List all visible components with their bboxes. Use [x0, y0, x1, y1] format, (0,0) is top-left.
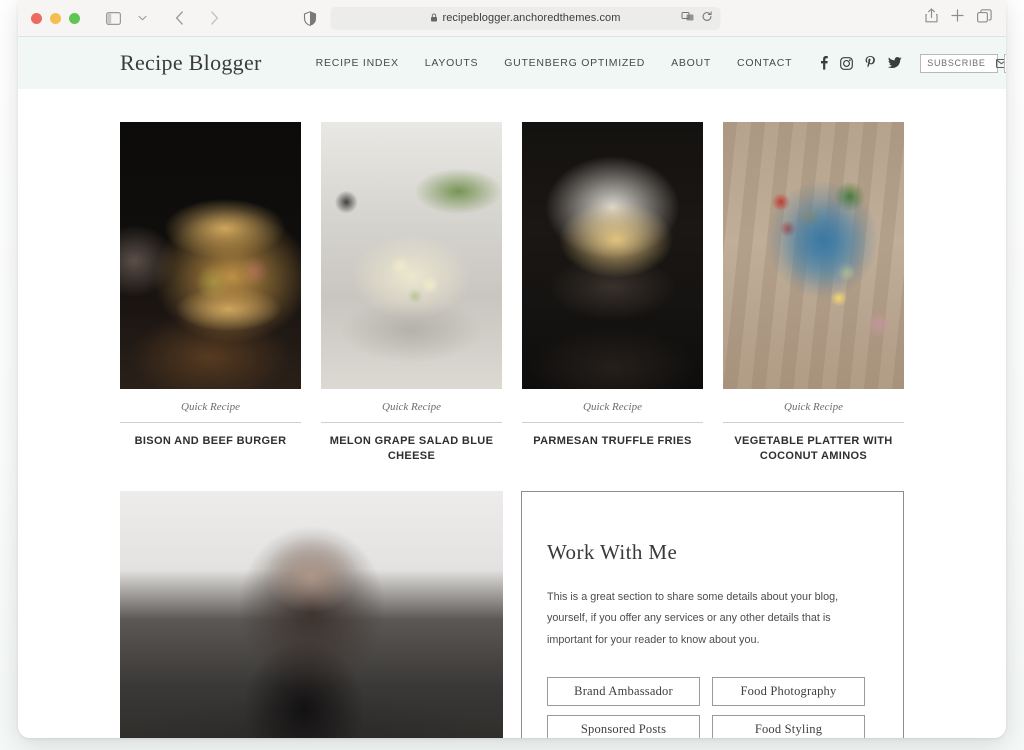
browser-window: recipeblogger.anchoredthemes.com Recipe …	[18, 0, 1006, 738]
subscribe-label: SUBSCRIBE	[927, 58, 986, 68]
recipe-card[interactable]: Quick Recipe MELON GRAPE SALAD BLUE CHEE…	[321, 122, 502, 464]
recipe-title[interactable]: VEGETABLE PLATTER WITH COCONUT AMINOS	[723, 423, 904, 464]
recipe-title[interactable]: BISON AND BEEF BURGER	[120, 423, 301, 449]
recipe-card[interactable]: Quick Recipe BISON AND BEEF BURGER	[120, 122, 301, 464]
vegetable-platter-photo[interactable]	[723, 122, 904, 389]
minimize-window-button[interactable]	[50, 12, 61, 24]
service-tag-sponsored-posts[interactable]: Sponsored Posts	[547, 715, 700, 738]
lock-icon	[430, 13, 437, 24]
nav-item-layouts[interactable]: LAYOUTS	[425, 57, 478, 69]
recipe-category: Quick Recipe	[382, 401, 441, 413]
service-tag-brand-ambassador[interactable]: Brand Ambassador	[547, 677, 700, 707]
site-header: Recipe Blogger RECIPE INDEX LAYOUTS GUTE…	[18, 37, 1006, 89]
back-arrow-icon[interactable]	[166, 6, 192, 30]
social-links	[820, 56, 902, 70]
header-widgets: SUBSCRIBE SEARCH	[920, 53, 1006, 73]
work-with-me-paragraph: This is a great section to share some de…	[547, 590, 839, 646]
service-tag-food-styling[interactable]: Food Styling	[712, 715, 865, 738]
sidebar-toggle-icon[interactable]	[100, 6, 126, 30]
forward-arrow-icon[interactable]	[201, 6, 227, 30]
truffle-fries-photo[interactable]	[522, 122, 703, 389]
recipe-card[interactable]: Quick Recipe VEGETABLE PLATTER WITH COCO…	[723, 122, 904, 464]
work-with-me-card: Work With Me This is a great section to …	[521, 490, 904, 738]
recipe-category: Quick Recipe	[784, 401, 843, 413]
close-window-button[interactable]	[31, 12, 42, 24]
address-bar-actions	[681, 9, 713, 27]
address-bar[interactable]: recipeblogger.anchoredthemes.com	[330, 6, 721, 30]
nav-item-about[interactable]: ABOUT	[671, 57, 711, 69]
nav-item-contact[interactable]: CONTACT	[737, 57, 792, 69]
chevron-down-icon[interactable]	[129, 6, 155, 30]
melon-salad-photo[interactable]	[321, 122, 502, 389]
recipe-grid: Quick Recipe BISON AND BEEF BURGER Quick…	[18, 89, 1006, 464]
window-controls	[31, 12, 80, 24]
twitter-icon[interactable]	[888, 57, 902, 69]
author-portrait-photo[interactable]	[120, 490, 503, 738]
navigation-controls	[100, 6, 227, 30]
work-with-me-section: Work With Me This is a great section to …	[18, 464, 1006, 738]
burger-photo[interactable]	[120, 122, 301, 389]
service-tags: Brand Ambassador Food Photography Sponso…	[547, 677, 865, 738]
service-tag-food-photography[interactable]: Food Photography	[712, 677, 865, 707]
plus-new-tab-icon[interactable]	[951, 9, 964, 27]
page-viewport: Recipe Blogger RECIPE INDEX LAYOUTS GUTE…	[18, 37, 1006, 738]
site-brand[interactable]: Recipe Blogger	[120, 50, 262, 76]
url-text: recipeblogger.anchoredthemes.com	[442, 12, 621, 24]
subscribe-button[interactable]: SUBSCRIBE	[920, 53, 1006, 73]
main-navigation: RECIPE INDEX LAYOUTS GUTENBERG OPTIMIZED…	[316, 57, 793, 69]
recipe-category: Quick Recipe	[181, 401, 240, 413]
recipe-card[interactable]: Quick Recipe PARMESAN TRUFFLE FRIES	[522, 122, 703, 464]
search-box[interactable]: SEARCH	[1004, 53, 1006, 73]
instagram-icon[interactable]	[840, 56, 854, 70]
nav-item-recipe-index[interactable]: RECIPE INDEX	[316, 57, 399, 69]
address-bar-area: recipeblogger.anchoredthemes.com	[303, 6, 721, 30]
privacy-shield-icon[interactable]	[303, 10, 317, 26]
nav-item-gutenberg-optimized[interactable]: GUTENBERG OPTIMIZED	[504, 57, 645, 69]
pinterest-icon[interactable]	[865, 56, 876, 70]
work-with-me-heading: Work With Me	[547, 539, 678, 564]
extensions-icon[interactable]	[681, 9, 695, 27]
browser-toolbar: recipeblogger.anchoredthemes.com	[18, 0, 1006, 37]
maximize-window-button[interactable]	[69, 12, 80, 24]
tab-overview-icon[interactable]	[977, 8, 992, 28]
share-icon[interactable]	[925, 8, 938, 28]
facebook-icon[interactable]	[820, 56, 829, 70]
toolbar-right-actions	[925, 8, 992, 28]
reload-icon[interactable]	[702, 9, 713, 27]
recipe-category: Quick Recipe	[583, 401, 642, 413]
recipe-title[interactable]: PARMESAN TRUFFLE FRIES	[522, 423, 703, 449]
recipe-title[interactable]: MELON GRAPE SALAD BLUE CHEESE	[321, 423, 502, 464]
